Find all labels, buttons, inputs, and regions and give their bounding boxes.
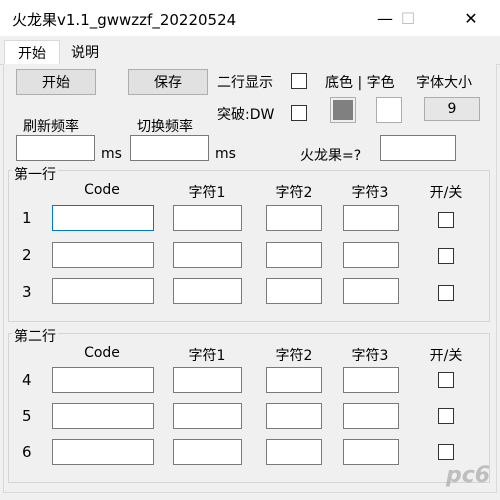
header-toggle: 开/关 [429, 348, 463, 364]
close-button[interactable]: ✕ [448, 0, 494, 36]
row-number: 3 [22, 283, 32, 301]
question-input[interactable] [380, 135, 456, 161]
two-line-checkbox[interactable] [291, 73, 307, 89]
row-number: 4 [22, 371, 32, 389]
header-char3: 字符3 [351, 185, 389, 201]
refresh-rate-input[interactable] [16, 135, 95, 161]
header-char2: 字符2 [275, 185, 313, 201]
row3-char2-input[interactable] [266, 278, 322, 304]
close-icon: ✕ [464, 8, 478, 28]
row4-char2-input[interactable] [266, 367, 322, 393]
row6-char3-input[interactable] [343, 439, 399, 465]
two-line-label: 二行显示 [217, 75, 273, 91]
row-number: 2 [22, 246, 32, 264]
header-toggle: 开/关 [429, 185, 463, 201]
switch-rate-unit: ms [215, 146, 236, 162]
row2-char3-input[interactable] [343, 242, 399, 268]
background-color-fill [333, 100, 353, 120]
save-button[interactable]: 保存 [128, 69, 208, 95]
color-label: 底色 | 字色 [325, 75, 395, 91]
row2-toggle-checkbox[interactable] [438, 248, 454, 264]
window-title: 火龙果v1.1_gwwzzf_20220524 [12, 11, 237, 29]
refresh-rate-label: 刷新频率 [23, 119, 79, 135]
group-second-line-title: 第二行 [12, 326, 58, 346]
row5-toggle-checkbox[interactable] [438, 408, 454, 424]
row1-toggle-checkbox[interactable] [438, 212, 454, 228]
refresh-rate-unit: ms [101, 146, 122, 162]
breakthrough-checkbox[interactable] [291, 105, 307, 121]
header-char3: 字符3 [351, 348, 389, 364]
header-code: Code [84, 345, 120, 361]
row3-code-input[interactable] [52, 278, 154, 304]
row5-char2-input[interactable] [266, 403, 322, 429]
row5-char3-input[interactable] [343, 403, 399, 429]
row6-toggle-checkbox[interactable] [438, 444, 454, 460]
header-char1: 字符1 [188, 348, 226, 364]
row2-char2-input[interactable] [266, 242, 322, 268]
row1-char3-input[interactable] [343, 205, 399, 231]
row4-code-input[interactable] [52, 367, 154, 393]
row1-char1-input[interactable] [173, 205, 242, 231]
row1-code-input[interactable] [52, 205, 154, 231]
maximize-button[interactable]: ☐ [385, 0, 431, 36]
row5-char1-input[interactable] [173, 403, 242, 429]
header-code: Code [84, 182, 120, 198]
row6-code-input[interactable] [52, 439, 154, 465]
row5-code-input[interactable] [52, 403, 154, 429]
switch-rate-input[interactable] [130, 135, 209, 161]
breakthrough-label: 突破:DW [217, 107, 275, 123]
row4-char3-input[interactable] [343, 367, 399, 393]
start-button[interactable]: 开始 [16, 69, 96, 95]
row-number: 5 [22, 407, 32, 425]
row4-toggle-checkbox[interactable] [438, 372, 454, 388]
watermark-logo: pc6 [446, 463, 491, 488]
font-size-value[interactable]: 9 [424, 97, 480, 121]
row2-char1-input[interactable] [173, 242, 242, 268]
tab-help[interactable]: 说明 [60, 40, 110, 64]
question-label: 火龙果=? [300, 148, 362, 164]
background-color-swatch[interactable] [330, 97, 356, 123]
font-size-label: 字体大小 [416, 75, 472, 91]
row-number: 6 [22, 443, 32, 461]
row3-toggle-checkbox[interactable] [438, 285, 454, 301]
row4-char1-input[interactable] [173, 367, 242, 393]
row2-code-input[interactable] [52, 242, 154, 268]
row6-char2-input[interactable] [266, 439, 322, 465]
tab-start[interactable]: 开始 [4, 40, 60, 65]
row6-char1-input[interactable] [173, 439, 242, 465]
header-char1: 字符1 [188, 185, 226, 201]
text-color-swatch[interactable] [376, 97, 402, 123]
maximize-icon: ☐ [400, 8, 416, 28]
row1-char2-input[interactable] [266, 205, 322, 231]
switch-rate-label: 切换频率 [137, 119, 193, 135]
row3-char3-input[interactable] [343, 278, 399, 304]
header-char2: 字符2 [275, 348, 313, 364]
group-first-line-title: 第一行 [12, 164, 58, 184]
row-number: 1 [22, 209, 32, 227]
row3-char1-input[interactable] [173, 278, 242, 304]
